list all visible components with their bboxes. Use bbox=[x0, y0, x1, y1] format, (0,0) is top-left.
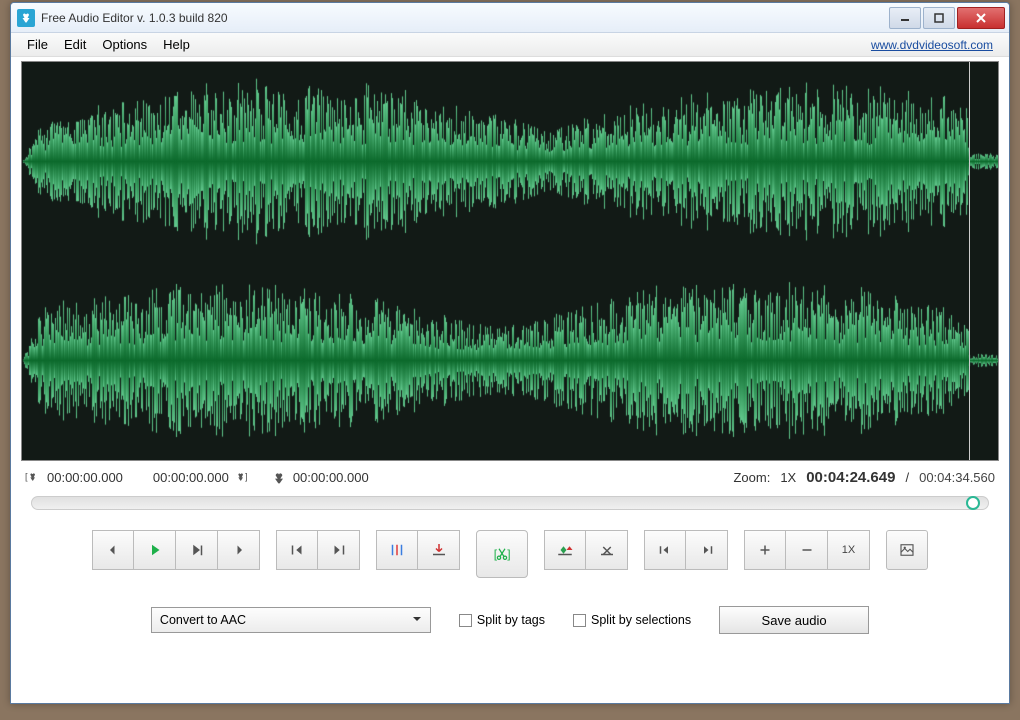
go-end-button[interactable] bbox=[686, 530, 728, 570]
play-button[interactable] bbox=[134, 530, 176, 570]
add-markers-button[interactable] bbox=[376, 530, 418, 570]
waveform-display[interactable] bbox=[21, 61, 999, 461]
playback-group bbox=[92, 530, 260, 578]
checkbox-icon bbox=[573, 614, 586, 627]
snapshot-button[interactable] bbox=[886, 530, 928, 570]
marker-group bbox=[376, 530, 460, 578]
split-selections-label: Split by selections bbox=[591, 613, 691, 627]
zoom-reset-button[interactable]: 1X bbox=[828, 530, 870, 570]
selection-duration: 00:00:00.000 bbox=[293, 470, 369, 485]
format-selected: Convert to AAC bbox=[160, 613, 246, 627]
chevron-down-icon bbox=[412, 613, 422, 627]
seek-slider[interactable] bbox=[31, 496, 989, 510]
seek-thumb[interactable] bbox=[966, 496, 980, 510]
toolbar: [] 1X bbox=[11, 514, 1009, 586]
split-selections-checkbox[interactable]: Split by selections bbox=[573, 613, 691, 627]
website-link[interactable]: www.dvdvideosoft.com bbox=[871, 38, 1001, 52]
zoom-in-button[interactable] bbox=[744, 530, 786, 570]
zoom-group: 1X bbox=[744, 530, 870, 578]
window-controls bbox=[889, 7, 1009, 29]
cut-button[interactable]: [] bbox=[476, 530, 528, 578]
next-button[interactable] bbox=[218, 530, 260, 570]
skip-end-button[interactable] bbox=[318, 530, 360, 570]
zoom-label: Zoom: bbox=[733, 470, 770, 485]
selection-start-icon: [ bbox=[25, 470, 41, 486]
window-title: Free Audio Editor v. 1.0.3 build 820 bbox=[41, 11, 228, 25]
menubar: File Edit Options Help www.dvdvideosoft.… bbox=[11, 33, 1009, 57]
edit-group bbox=[544, 530, 628, 578]
skip-group bbox=[276, 530, 360, 578]
save-audio-button[interactable]: Save audio bbox=[719, 606, 869, 634]
trim-button[interactable] bbox=[544, 530, 586, 570]
svg-text:]: ] bbox=[507, 547, 510, 561]
zoom-value: 1X bbox=[780, 470, 796, 485]
menu-file[interactable]: File bbox=[19, 35, 56, 54]
split-tags-label: Split by tags bbox=[477, 613, 545, 627]
current-position: 00:04:24.649 bbox=[806, 469, 895, 486]
menu-help[interactable]: Help bbox=[155, 35, 198, 54]
skip-start-button[interactable] bbox=[276, 530, 318, 570]
time-separator: / bbox=[905, 470, 909, 485]
minimize-button[interactable] bbox=[889, 7, 921, 29]
scissors-icon bbox=[271, 470, 287, 486]
maximize-button[interactable] bbox=[923, 7, 955, 29]
import-marker-button[interactable] bbox=[418, 530, 460, 570]
prev-button[interactable] bbox=[92, 530, 134, 570]
selection-start: 00:00:00.000 bbox=[47, 470, 123, 485]
titlebar[interactable]: Free Audio Editor v. 1.0.3 build 820 bbox=[11, 3, 1009, 33]
bottom-controls: Convert to AAC Split by tags Split by se… bbox=[11, 586, 1009, 648]
total-duration: 00:04:34.560 bbox=[919, 470, 995, 485]
selection-end-icon: ] bbox=[235, 470, 251, 486]
menu-edit[interactable]: Edit bbox=[56, 35, 94, 54]
seek-slider-row bbox=[11, 492, 1009, 514]
play-selection-button[interactable] bbox=[176, 530, 218, 570]
checkbox-icon bbox=[459, 614, 472, 627]
main-window: Free Audio Editor v. 1.0.3 build 820 Fil… bbox=[10, 2, 1010, 704]
format-combobox[interactable]: Convert to AAC bbox=[151, 607, 431, 633]
playback-time: Zoom: 1X 00:04:24.649 / 00:04:34.560 bbox=[733, 469, 995, 486]
go-start-button[interactable] bbox=[644, 530, 686, 570]
app-icon bbox=[17, 9, 35, 27]
playhead-cursor[interactable] bbox=[969, 62, 970, 460]
nav-group bbox=[644, 530, 728, 578]
delete-button[interactable] bbox=[586, 530, 628, 570]
selection-times: [ 00:00:00.000 00:00:00.000 ] 00:00:00.0… bbox=[25, 470, 369, 486]
svg-text:[: [ bbox=[25, 471, 28, 481]
close-button[interactable] bbox=[957, 7, 1005, 29]
selection-end: 00:00:00.000 bbox=[153, 470, 229, 485]
zoom-out-button[interactable] bbox=[786, 530, 828, 570]
menu-options[interactable]: Options bbox=[94, 35, 155, 54]
split-tags-checkbox[interactable]: Split by tags bbox=[459, 613, 545, 627]
svg-text:]: ] bbox=[245, 471, 248, 481]
time-info-row: [ 00:00:00.000 00:00:00.000 ] 00:00:00.0… bbox=[11, 463, 1009, 492]
